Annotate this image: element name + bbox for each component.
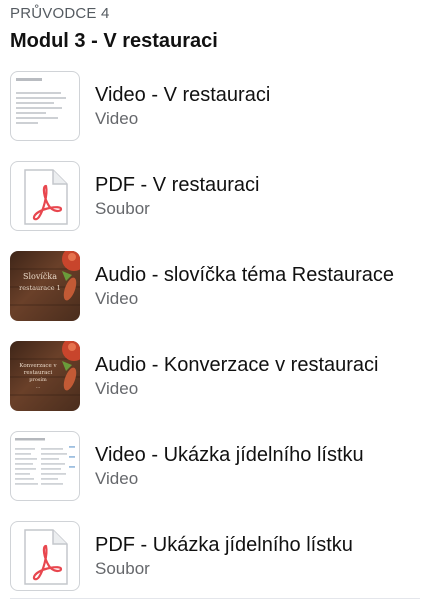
list-item[interactable]: PDF - V restauraci Soubor — [0, 151, 430, 241]
content-list: Video - V restauraci Video PDF - V resta… — [0, 61, 430, 601]
page-header: PRŮVODCE 4 Modul 3 - V restauraci — [0, 0, 430, 53]
module-title: Modul 3 - V restauraci — [10, 30, 218, 52]
svg-text:prosím: prosím — [29, 376, 47, 383]
item-title: Video - Ukázka jídelního lístku — [95, 444, 364, 466]
item-title: Audio - Konverzace v restauraci — [95, 354, 379, 376]
wood-food-thumbnail: Konverzace v restauraci prosím ... — [10, 341, 80, 411]
item-type: Video — [95, 469, 139, 488]
item-type: Video — [95, 379, 139, 398]
item-title: PDF - Ukázka jídelního lístku — [95, 534, 353, 556]
item-title: Video - V restauraci — [95, 84, 271, 106]
item-type: Video — [95, 289, 139, 308]
item-type: Soubor — [95, 559, 150, 578]
guide-label: PRŮVODCE 4 — [10, 5, 110, 22]
list-item[interactable]: Konverzace v restauraci prosím ... Audio… — [0, 331, 430, 421]
menu-document-thumbnail — [10, 431, 80, 501]
bottom-divider — [10, 598, 420, 599]
list-item[interactable]: Video - Ukázka jídelního lístku Video — [0, 421, 430, 511]
item-type: Soubor — [95, 199, 150, 218]
svg-text:restauraci: restauraci — [24, 370, 53, 376]
list-item[interactable]: Slovíčka restaurace 1 Audio - slovíčka t… — [0, 241, 430, 331]
svg-text:restaurace 1: restaurace 1 — [19, 284, 61, 292]
item-title: Audio - slovíčka téma Restaurace — [95, 264, 395, 286]
video-slide-thumbnail — [10, 71, 80, 141]
pdf-file-icon — [10, 521, 80, 591]
item-title: PDF - V restauraci — [95, 174, 260, 196]
list-item[interactable]: Video - V restauraci Video — [0, 61, 430, 151]
svg-text:...: ... — [36, 384, 41, 390]
list-item[interactable]: PDF - Ukázka jídelního lístku Soubor — [0, 511, 430, 601]
svg-text:Slovíčka: Slovíčka — [23, 272, 57, 281]
wood-food-thumbnail: Slovíčka restaurace 1 — [10, 251, 80, 321]
item-type: Video — [95, 109, 139, 128]
svg-text:Konverzace v: Konverzace v — [19, 363, 57, 369]
pdf-file-icon — [10, 161, 80, 231]
